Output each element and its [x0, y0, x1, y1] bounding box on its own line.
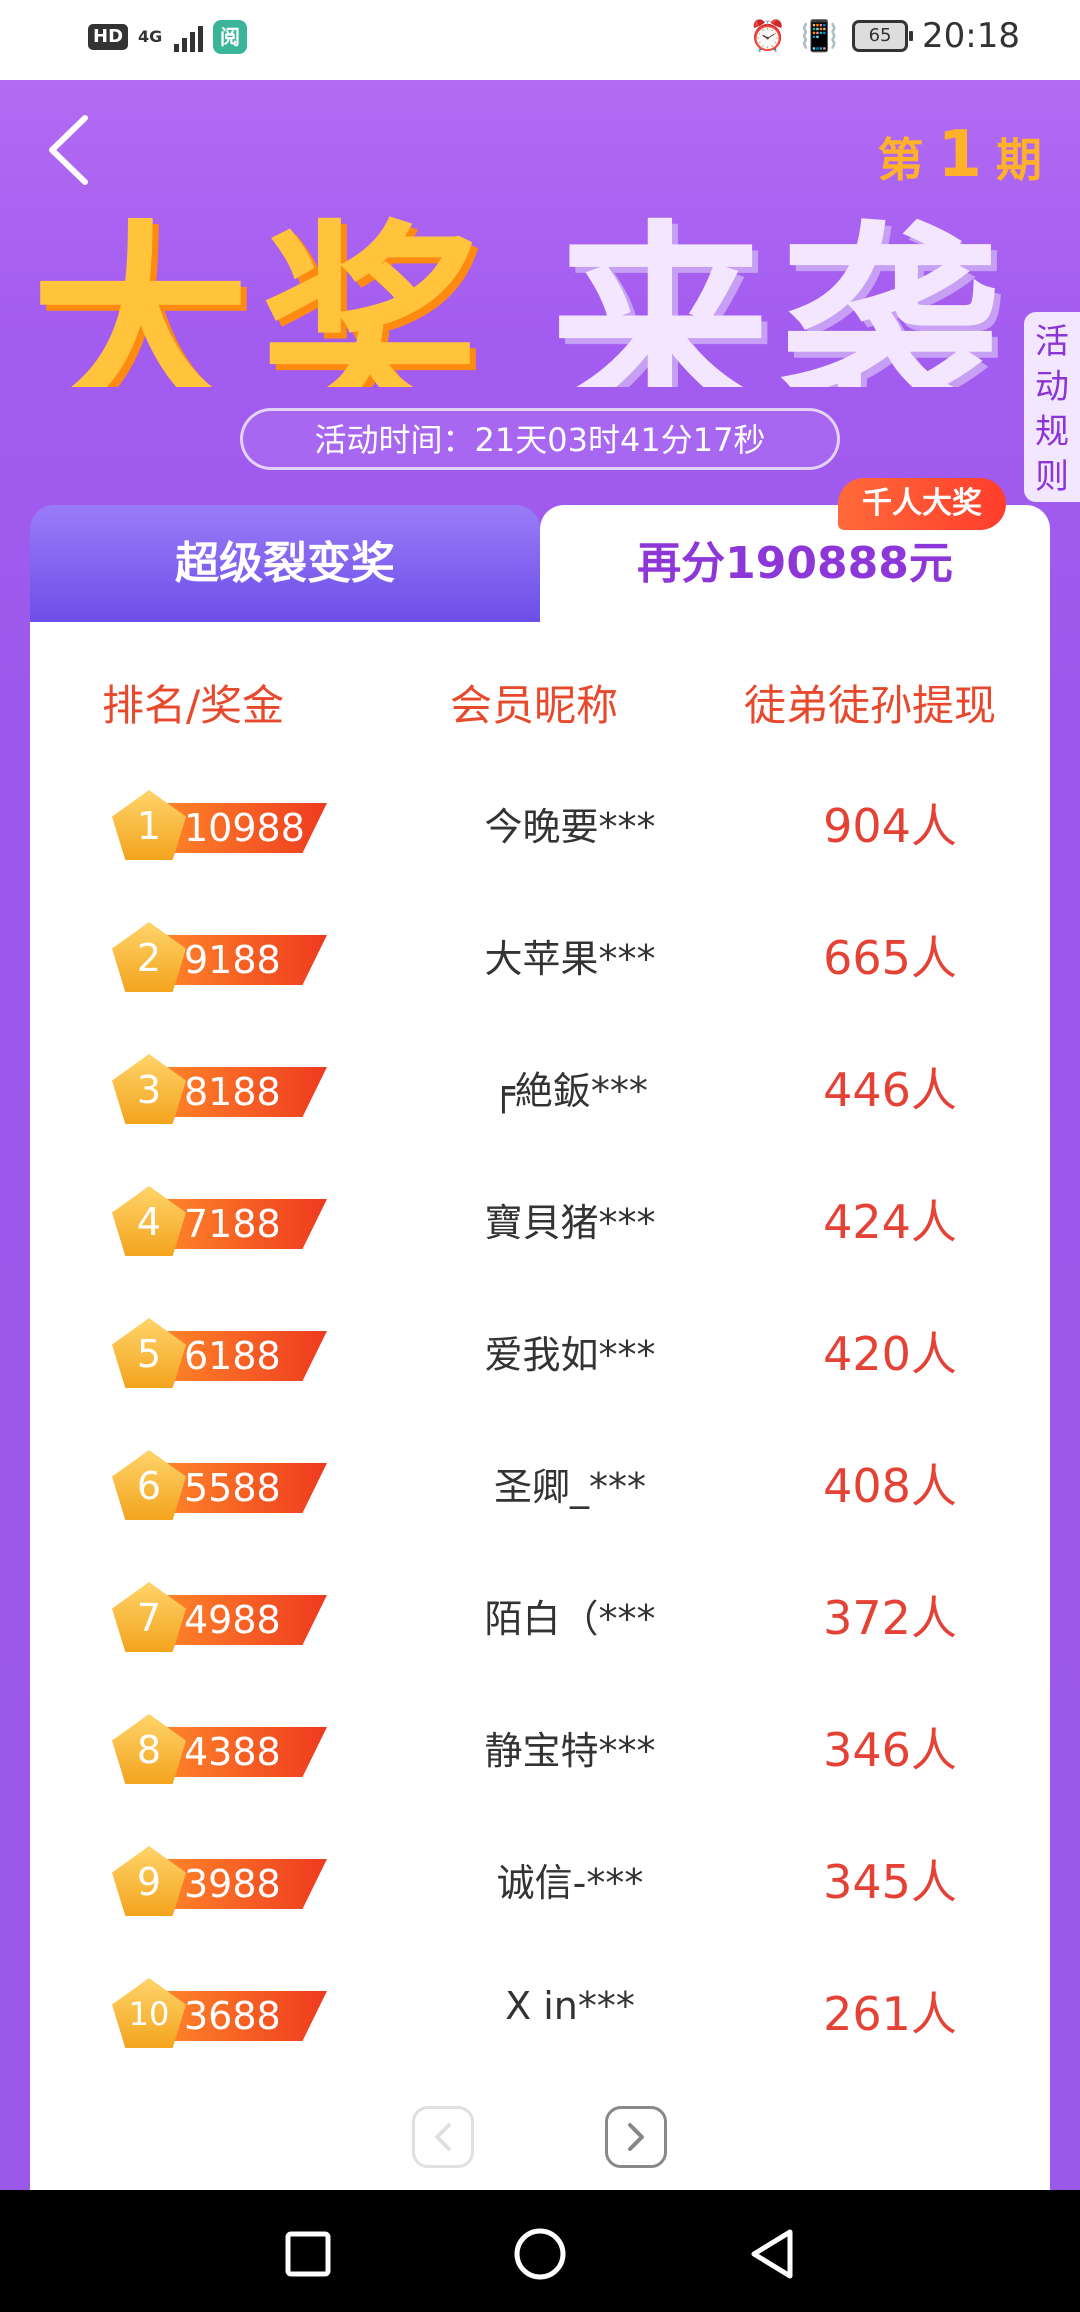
countdown-timer: 活动时间：21天03时41分17秒	[240, 408, 840, 470]
member-nickname: X in***	[505, 1984, 635, 2028]
withdrawal-count: 904人	[823, 799, 957, 853]
table-row: 4988 7 陌白（*** 372人	[30, 1554, 1050, 1686]
table-row: 10988 1 今晚要*** 904人	[30, 762, 1050, 894]
rank-medal-icon: 3	[112, 1054, 186, 1124]
leaderboard-card: 排名/奖金 会员昵称 徒弟徒孙提现 10988 1 今晚要*** 904人 91…	[30, 622, 1050, 2190]
rank-medal-icon: 4	[112, 1186, 186, 1256]
table-row: 4388 8 静宝特*** 346人	[30, 1686, 1050, 1818]
recent-apps-button[interactable]	[278, 2224, 338, 2284]
member-nickname: 寶貝猪***	[484, 1201, 656, 1245]
previous-page-button[interactable]	[412, 2106, 474, 2168]
next-page-button[interactable]	[605, 2106, 667, 2168]
vibrate-icon: 📳	[800, 18, 839, 54]
withdrawal-count: 665人	[823, 931, 957, 985]
square-icon	[285, 2231, 331, 2277]
withdrawal-count: 261人	[823, 1987, 957, 2041]
banner-title: 大奖 来袭	[20, 212, 1060, 387]
banner-title-right: 来袭	[550, 212, 1011, 387]
header-withdrawals: 徒弟徒孙提现	[744, 681, 997, 730]
home-button[interactable]	[510, 2224, 570, 2284]
prize-badge-row: 4388 8	[112, 1714, 342, 1784]
prize-badge-row: 10988 1	[112, 790, 342, 860]
withdrawal-count: 372人	[823, 1591, 957, 1645]
system-nav-bar	[0, 2190, 1080, 2312]
prize-badge-row: 8188 3	[112, 1054, 342, 1124]
table-header: 排名/奖金 会员昵称 徒弟徒孙提现	[30, 672, 1050, 732]
withdrawal-count: 408人	[823, 1459, 957, 1513]
member-nickname: 圣卿_***	[493, 1465, 646, 1509]
rank-medal-icon: 6	[112, 1450, 186, 1520]
member-nickname: 诚信-***	[496, 1861, 644, 1905]
rank-medal-icon: 8	[112, 1714, 186, 1784]
prize-badge-row: 3988 9	[112, 1846, 342, 1916]
withdrawal-count: 345人	[823, 1855, 957, 1909]
withdrawal-count: 420人	[823, 1327, 957, 1381]
chevron-left-icon	[435, 2123, 451, 2151]
table-row: 3988 9 诚信-*** 345人	[30, 1818, 1050, 1950]
prize-badge-row: 9188 2	[112, 922, 342, 992]
prize-badge-row: 4988 7	[112, 1582, 342, 1652]
withdrawal-count: 424人	[823, 1195, 957, 1249]
prize-badge-row: 5588 6	[112, 1450, 342, 1520]
reader-app-icon: 阅	[213, 20, 248, 54]
prize-badge-row: 6188 5	[112, 1318, 342, 1388]
network-type: 4G	[138, 27, 163, 46]
member-nickname: ╒絶鈑***	[492, 1069, 648, 1113]
chevron-left-icon	[49, 115, 88, 185]
rank-medal-icon: 2	[112, 922, 186, 992]
rank-medal-icon: 10	[112, 1978, 186, 2048]
rank-medal-icon: 7	[112, 1582, 186, 1652]
period-indicator: 第1期	[877, 118, 1044, 192]
banner-title-left: 大奖	[30, 212, 491, 387]
signal-icon	[174, 22, 204, 52]
member-nickname: 大苹果***	[484, 937, 656, 981]
back-button[interactable]	[40, 110, 100, 190]
withdrawal-count: 446人	[823, 1063, 957, 1117]
member-nickname: 爱我如***	[484, 1333, 656, 1377]
clock: 20:18	[922, 16, 1020, 56]
table-row: 6188 5 爱我如*** 420人	[30, 1290, 1050, 1422]
triangle-back-icon	[751, 2229, 793, 2279]
rank-medal-icon: 5	[112, 1318, 186, 1388]
member-nickname: 静宝特***	[484, 1729, 656, 1773]
prize-badge: 千人大奖	[838, 478, 1006, 530]
chevron-right-icon	[628, 2123, 644, 2151]
header-nickname: 会员昵称	[450, 681, 619, 730]
table-row: 8188 3 ╒絶鈑*** 446人	[30, 1026, 1050, 1158]
withdrawal-count: 346人	[823, 1723, 957, 1777]
back-nav-button[interactable]	[742, 2224, 802, 2284]
table-row: 9188 2 大苹果*** 665人	[30, 894, 1050, 1026]
rank-medal-icon: 9	[112, 1846, 186, 1916]
circle-icon	[514, 2228, 566, 2280]
member-nickname: 陌白（***	[484, 1597, 656, 1641]
hd-indicator: HD	[88, 24, 129, 50]
rules-button[interactable]: 活动规则	[1024, 312, 1080, 502]
battery-icon: 65	[852, 20, 914, 52]
table-row: 7188 4 寶貝猪*** 424人	[30, 1158, 1050, 1290]
table-row: 5588 6 圣卿_*** 408人	[30, 1422, 1050, 1554]
table-row: 3688 10 X in*** 261人	[30, 1950, 1050, 2082]
alarm-icon: ⏰	[749, 18, 787, 54]
header-rank-prize: 排名/奖金	[102, 681, 285, 730]
prize-badge-row: 7188 4	[112, 1186, 342, 1256]
prize-badge-row: 3688 10	[112, 1978, 342, 2048]
status-bar: HD 4G 阅 ⏰ 📳 65 20:18	[0, 0, 1080, 80]
member-nickname: 今晚要***	[484, 805, 656, 849]
rank-medal-icon: 1	[112, 790, 186, 860]
tab-super-fission[interactable]: 超级裂变奖	[30, 505, 540, 623]
